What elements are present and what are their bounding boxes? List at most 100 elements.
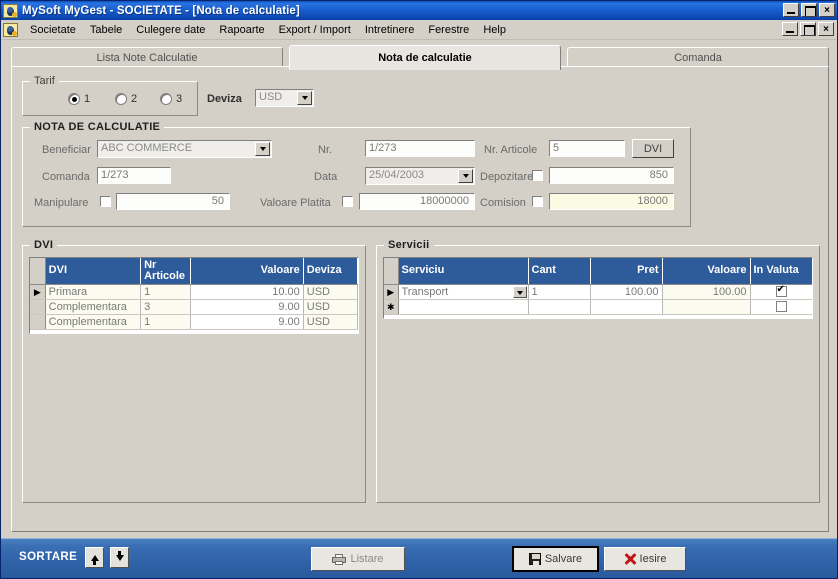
table-row[interactable]: ▶ Transport 1 100.00 100.00 <box>384 284 812 300</box>
dvi-cell-deviza[interactable]: USD <box>303 284 358 300</box>
valoare-platita-input[interactable]: 18000000 <box>359 193 475 210</box>
menu-item-intretinere[interactable]: Intretinere <box>358 22 422 38</box>
servicii-cell-in-valuta[interactable] <box>750 284 812 300</box>
servicii-group-title: Servicii <box>384 239 434 251</box>
beneficiar-select[interactable]: ABC COMMERCE <box>97 140 272 158</box>
in-valuta-checkbox[interactable] <box>775 284 787 298</box>
mdi-close-button[interactable]: × <box>818 22 834 36</box>
tab-lista-note-calculatie[interactable]: Lista Note Calculatie <box>11 47 283 68</box>
nr-articole-input[interactable]: 5 <box>549 140 625 157</box>
tab-nota-de-calculatie[interactable]: Nota de calculatie <box>289 45 561 70</box>
dvi-cell-deviza[interactable]: USD <box>303 314 358 330</box>
tab-page-nota-de-calculatie: Tarif 1 2 3 Deviza USD NOTA DE CALCULATI… <box>11 66 829 532</box>
minimize-button[interactable] <box>783 3 799 17</box>
dvi-row-marker: ▶ <box>30 284 46 300</box>
comision-checkbox[interactable] <box>532 196 543 207</box>
servicii-cell-serviciu[interactable] <box>398 299 529 315</box>
mdi-minimize-button[interactable] <box>782 22 798 36</box>
table-row[interactable]: ✱ <box>384 299 812 315</box>
servicii-cell-in-valuta[interactable] <box>750 299 812 315</box>
dvi-button[interactable]: DVI <box>632 139 674 158</box>
beneficiar-label: Beneficiar <box>42 144 91 156</box>
servicii-grid[interactable]: Serviciu Cant Pret Valoare In Valuta ▶ T… <box>383 257 813 319</box>
dvi-cell-dvi[interactable]: Primara <box>45 284 142 300</box>
nr-input[interactable]: 1/273 <box>365 140 475 157</box>
servicii-cell-cant[interactable] <box>528 299 591 315</box>
iesire-button[interactable]: Iesire <box>604 547 686 571</box>
servicii-cell-pret[interactable] <box>590 299 663 315</box>
deviza-label: Deviza <box>207 93 242 105</box>
dvi-cell-nr-articole[interactable]: 1 <box>140 314 191 330</box>
menu-item-rapoarte[interactable]: Rapoarte <box>212 22 271 38</box>
menu-item-tabele[interactable]: Tabele <box>83 22 129 38</box>
menu-item-ferestre[interactable]: Ferestre <box>421 22 476 38</box>
data-chevron-down-icon[interactable] <box>458 169 473 183</box>
servicii-chevron-down-icon[interactable] <box>512 285 527 298</box>
mdi-restore-button[interactable] <box>800 22 816 36</box>
servicii-cell-pret[interactable]: 100.00 <box>590 284 663 300</box>
servicii-header-pret[interactable]: Pret <box>590 258 663 285</box>
sort-descending-button[interactable] <box>110 547 129 568</box>
dvi-cell-valoare[interactable]: 9.00 <box>190 299 304 315</box>
servicii-cell-valoare[interactable] <box>662 299 751 315</box>
arrow-down-icon <box>115 550 124 561</box>
servicii-header-selector <box>384 258 399 285</box>
menu-bar: Societate Tabele Culegere date Rapoarte … <box>1 20 837 40</box>
dvi-cell-dvi[interactable]: Complementara <box>45 299 142 315</box>
radio-tarif-2[interactable] <box>115 93 127 105</box>
servicii-cell-cant[interactable]: 1 <box>528 284 591 300</box>
table-row[interactable]: ▶ Primara 1 10.00 USD <box>30 284 358 300</box>
sort-ascending-button[interactable] <box>85 547 104 568</box>
servicii-cell-valoare[interactable]: 100.00 <box>662 284 751 300</box>
dvi-group-title: DVI <box>30 239 58 251</box>
data-datepicker[interactable]: 25/04/2003 <box>365 167 475 185</box>
manipulare-input[interactable]: 50 <box>116 193 230 210</box>
dvi-cell-valoare[interactable]: 10.00 <box>190 284 304 300</box>
servicii-cell-serviciu[interactable]: Transport <box>398 284 529 300</box>
radio-tarif-3-label: 3 <box>176 93 183 105</box>
chevron-down-icon[interactable] <box>297 91 312 105</box>
radio-tarif-3[interactable] <box>160 93 172 105</box>
menu-item-culegere-date[interactable]: Culegere date <box>129 22 212 38</box>
table-row[interactable]: Complementara 3 9.00 USD <box>30 299 358 315</box>
dvi-cell-nr-articole[interactable]: 3 <box>140 299 191 315</box>
comanda-input[interactable]: 1/273 <box>97 167 171 184</box>
maximize-button[interactable] <box>801 3 817 17</box>
servicii-header-cant[interactable]: Cant <box>528 258 591 285</box>
dvi-cell-valoare[interactable]: 9.00 <box>190 314 304 330</box>
servicii-header-serviciu[interactable]: Serviciu <box>398 258 529 285</box>
dvi-cell-dvi[interactable]: Complementara <box>45 314 142 330</box>
dvi-cell-deviza[interactable]: USD <box>303 299 358 315</box>
manipulare-checkbox[interactable] <box>100 196 111 207</box>
depozitare-input[interactable]: 850 <box>549 167 674 184</box>
radio-tarif-1[interactable] <box>68 93 80 105</box>
close-button[interactable]: × <box>819 3 835 17</box>
servicii-header-valoare[interactable]: Valoare <box>662 258 751 285</box>
salvare-button[interactable]: Salvare <box>512 546 599 572</box>
beneficiar-chevron-down-icon[interactable] <box>255 142 270 156</box>
menu-item-societate[interactable]: Societate <box>23 22 83 38</box>
valoare-platita-checkbox[interactable] <box>342 196 353 207</box>
deviza-select[interactable]: USD <box>255 89 314 107</box>
action-bar: SORTARE Listare Salvare Iesire <box>1 538 837 578</box>
menu-item-help[interactable]: Help <box>476 22 513 38</box>
table-row[interactable]: Complementara 1 9.00 USD <box>30 314 358 330</box>
depozitare-checkbox[interactable] <box>532 170 543 181</box>
dvi-header-valoare[interactable]: Valoare <box>190 258 304 285</box>
in-valuta-checkbox[interactable] <box>775 301 787 313</box>
dvi-header-nr-articole[interactable]: Nr Articole <box>140 258 191 285</box>
sortare-label: SORTARE <box>19 551 78 563</box>
tab-comanda[interactable]: Comanda <box>567 47 829 68</box>
mdi-child-icon[interactable] <box>3 22 18 37</box>
tarif-group-title: Tarif <box>30 75 59 87</box>
servicii-row-marker: ✱ <box>384 299 399 315</box>
menu-item-export-import[interactable]: Export / Import <box>272 22 358 38</box>
comision-input[interactable]: 18000 <box>549 193 674 210</box>
dvi-header-deviza[interactable]: Deviza <box>303 258 358 285</box>
valoare-platita-label: Valoare Platita <box>260 197 331 209</box>
listare-button[interactable]: Listare <box>311 547 405 571</box>
dvi-cell-nr-articole[interactable]: 1 <box>140 284 191 300</box>
dvi-grid[interactable]: DVI Nr Articole Valoare Deviza ▶ Primara … <box>29 257 359 334</box>
servicii-header-in-valuta[interactable]: In Valuta <box>750 258 812 285</box>
dvi-header-dvi[interactable]: DVI <box>45 258 142 285</box>
